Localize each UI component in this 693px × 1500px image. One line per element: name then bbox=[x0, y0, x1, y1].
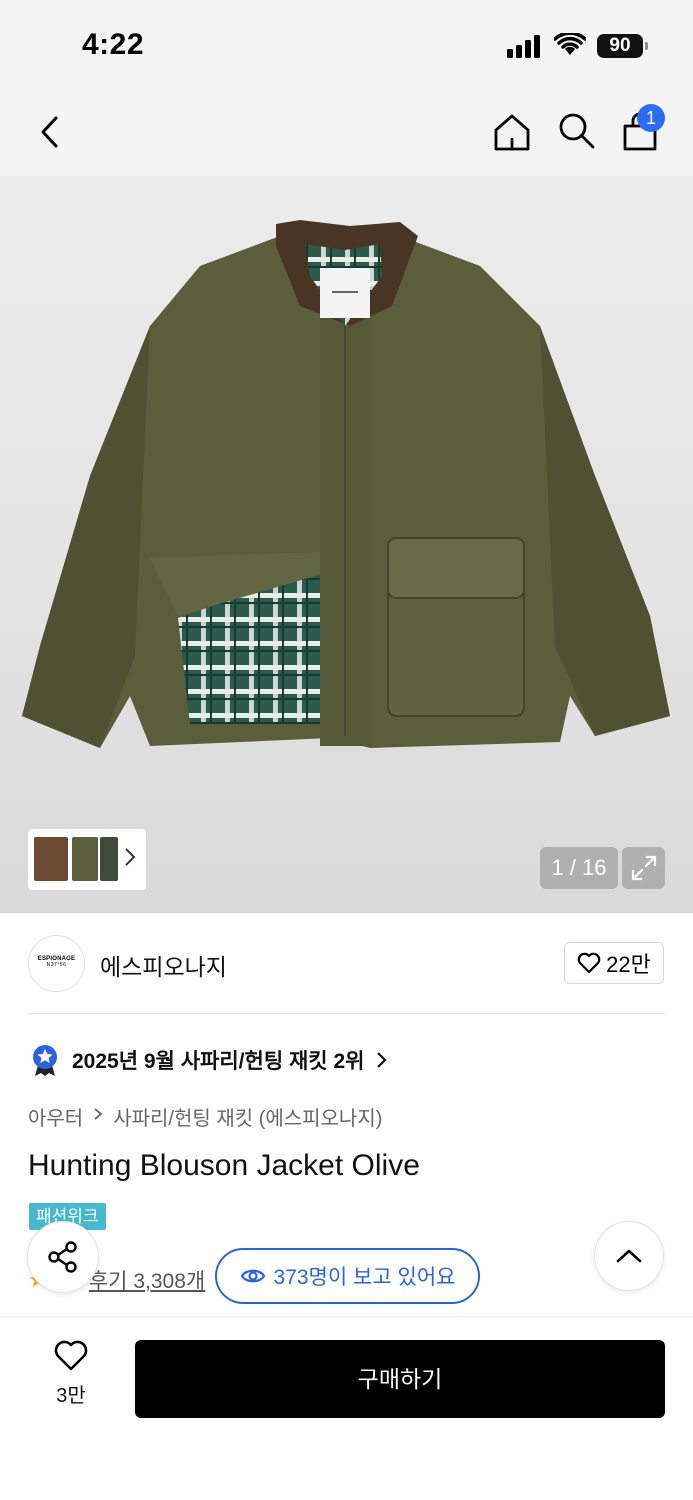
battery-icon: 90 bbox=[597, 34, 643, 58]
ranking-text: 2025년 9월 사파리/헌팅 재킷 2위 bbox=[72, 1050, 365, 1073]
brand-logo-sub: N37°56 bbox=[46, 962, 67, 968]
wishlist-count: 3만 bbox=[56, 1385, 86, 1407]
ranking-link[interactable]: 2025년 9월 사파리/헌팅 재킷 2위 bbox=[30, 1042, 388, 1078]
jacket-illustration bbox=[22, 220, 670, 748]
cellular-signal-icon bbox=[507, 34, 543, 58]
nav-bar bbox=[0, 90, 693, 176]
cart-count-badge: 1 bbox=[637, 104, 665, 132]
divider bbox=[28, 1013, 665, 1014]
brand-logo[interactable]: ESPIONAGE N37°56 bbox=[28, 935, 85, 992]
brand-like-button[interactable]: 22만 bbox=[564, 942, 664, 984]
chevron-up-icon bbox=[616, 1249, 642, 1263]
expand-icon[interactable] bbox=[622, 847, 665, 889]
product-image[interactable]: 1 / 16 bbox=[0, 176, 693, 913]
heart-icon bbox=[577, 952, 601, 974]
wifi-icon bbox=[554, 33, 586, 55]
scroll-to-top-button[interactable] bbox=[594, 1221, 664, 1291]
buy-button[interactable]: 구매하기 bbox=[135, 1340, 665, 1418]
share-button[interactable] bbox=[27, 1221, 99, 1293]
chevron-right-icon bbox=[94, 1108, 103, 1120]
review-count-link[interactable]: 후기 3,308개 bbox=[89, 1265, 205, 1295]
thumbnail-3[interactable] bbox=[100, 837, 118, 881]
image-counter: 1 / 16 bbox=[540, 847, 618, 889]
back-icon[interactable] bbox=[28, 110, 72, 154]
viewers-text: 373명이 보고 있어요 bbox=[273, 1266, 456, 1289]
chevron-right-icon bbox=[377, 1052, 388, 1068]
thumbnail-2[interactable] bbox=[72, 837, 98, 881]
breadcrumb-category[interactable]: 아우터 bbox=[28, 1102, 83, 1131]
product-title: Hunting Blouson Jacket Olive bbox=[28, 1149, 420, 1182]
breadcrumb: 아우터 사파리/헌팅 재킷 (에스피오나지) bbox=[28, 1102, 382, 1131]
share-icon bbox=[48, 1241, 77, 1273]
search-icon[interactable] bbox=[554, 108, 598, 152]
heart-icon bbox=[54, 1340, 88, 1371]
eye-icon bbox=[240, 1269, 265, 1283]
battery-cap bbox=[645, 42, 648, 50]
thumbnail-strip[interactable] bbox=[28, 829, 146, 890]
chevron-right-icon[interactable] bbox=[124, 847, 136, 867]
breadcrumb-subcategory[interactable]: 사파리/헌팅 재킷 (에스피오나지) bbox=[113, 1102, 382, 1131]
medal-icon bbox=[33, 1045, 57, 1076]
status-bar: 4:22 90 bbox=[0, 0, 693, 90]
status-time: 4:22 bbox=[82, 28, 145, 61]
thumbnail-1[interactable] bbox=[34, 837, 68, 881]
wishlist-button[interactable]: 3만 bbox=[36, 1340, 106, 1416]
brand-like-count: 22만 bbox=[606, 952, 651, 977]
viewers-pill: 373명이 보고 있어요 bbox=[215, 1248, 480, 1304]
home-icon[interactable] bbox=[490, 110, 534, 154]
brand-name[interactable]: 에스피오나지 bbox=[100, 948, 227, 982]
